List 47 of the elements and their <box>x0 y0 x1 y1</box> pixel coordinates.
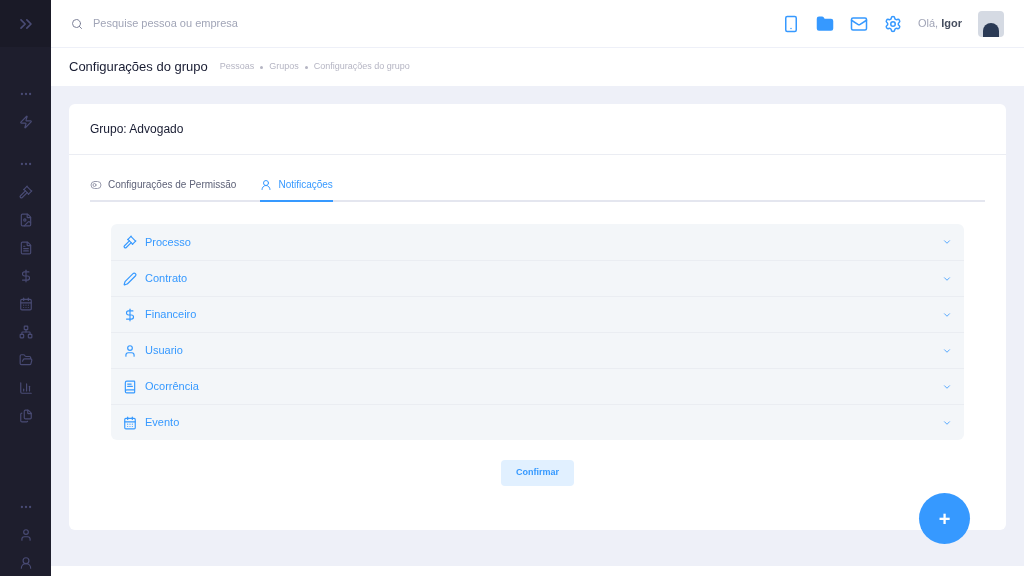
user-icon[interactable] <box>18 528 33 542</box>
user-icon <box>123 343 137 358</box>
accordion-header[interactable]: Contrato <box>111 260 964 296</box>
greeting: Olá, Igor <box>918 16 962 32</box>
section-label: Usuario <box>145 343 184 359</box>
document-icon[interactable] <box>18 241 33 255</box>
user-icon <box>260 178 273 191</box>
calendar-icon[interactable] <box>18 297 33 311</box>
gavel-icon <box>123 235 137 249</box>
document-icon[interactable] <box>18 213 33 227</box>
mail-icon[interactable] <box>850 14 868 33</box>
calendar-icon <box>123 415 137 430</box>
accordion-header[interactable]: Ocorrência <box>111 368 964 404</box>
search-field[interactable]: Pesquise pessoa ou empresa <box>93 15 393 32</box>
section-label: Ocorrência <box>145 379 200 395</box>
network-icon[interactable] <box>18 325 33 339</box>
toggle-icon <box>90 178 102 191</box>
chart-icon[interactable] <box>18 381 33 395</box>
breadcrumb-link[interactable]: Pessoas <box>219 60 255 74</box>
card-title: Grupo: Advogado <box>90 121 184 138</box>
section-label: Contrato <box>145 271 189 287</box>
folder-icon[interactable] <box>18 353 33 367</box>
book-icon <box>123 379 137 394</box>
search-icon <box>71 17 83 30</box>
pen-icon <box>123 271 137 286</box>
confirm-button[interactable]: Confirmar <box>501 460 574 486</box>
lightning-icon[interactable] <box>18 115 33 129</box>
section-label: Processo <box>145 234 192 250</box>
files-icon[interactable] <box>18 409 33 423</box>
user-icon[interactable] <box>18 556 33 570</box>
section-label: Evento <box>145 415 181 431</box>
accordion-header[interactable]: Usuario <box>111 332 964 368</box>
accordion-header[interactable]: Financeiro <box>111 296 964 332</box>
accordion-header[interactable]: Evento <box>111 404 964 440</box>
gavel-icon[interactable] <box>18 185 33 199</box>
breadcrumb-link[interactable]: Grupos <box>269 60 299 74</box>
accordion-header[interactable]: Processo <box>111 224 964 260</box>
page-title: Configurações do grupo <box>69 58 208 77</box>
avatar[interactable] <box>978 10 1004 37</box>
folder-icon[interactable] <box>816 14 834 33</box>
breadcrumb-link[interactable]: Configurações do grupo <box>313 60 410 74</box>
tab[interactable]: Configurações de Permissão <box>90 177 237 202</box>
phone-icon[interactable] <box>782 14 800 33</box>
settings-icon[interactable] <box>884 14 902 33</box>
dollar-icon <box>123 307 137 322</box>
section-label: Financeiro <box>145 307 198 323</box>
tab[interactable]: Notificações <box>260 177 333 202</box>
